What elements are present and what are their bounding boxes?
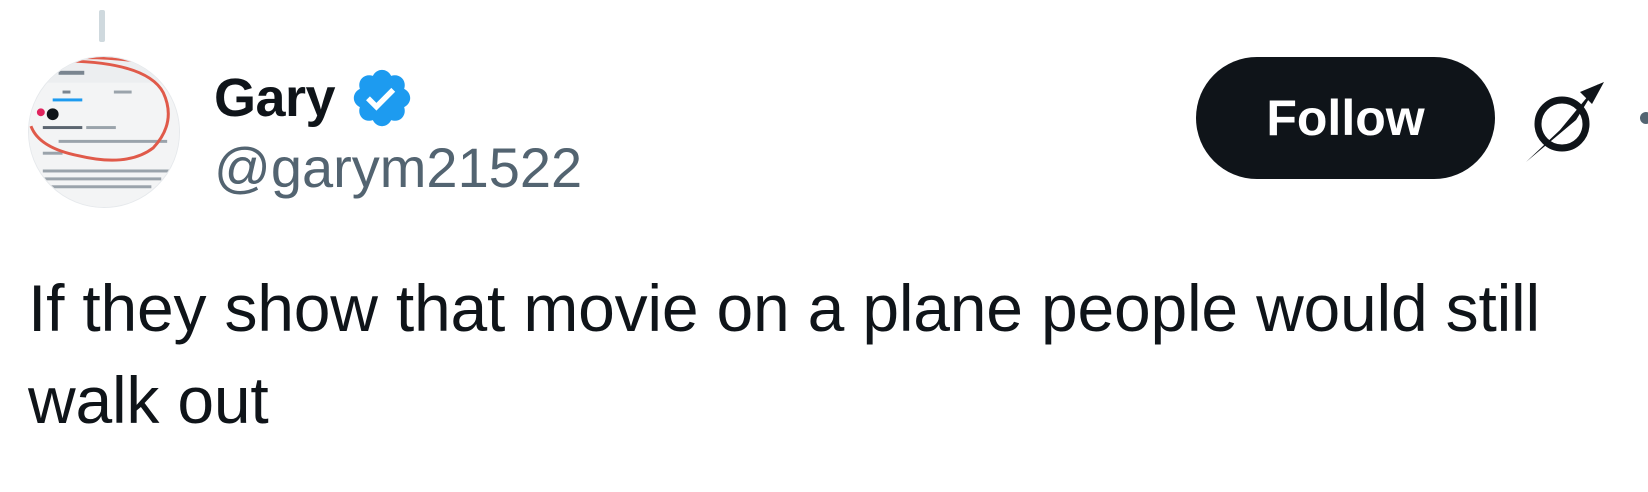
grok-icon[interactable] (1520, 78, 1608, 166)
tweet-text: If they show that movie on a plane peopl… (28, 271, 1540, 437)
author-handle[interactable]: @garym21522 (214, 140, 582, 196)
verified-badge-icon[interactable] (349, 65, 415, 131)
avatar[interactable] (28, 56, 180, 208)
avatar-image (29, 57, 179, 207)
thread-connector-line (99, 10, 105, 42)
follow-button[interactable]: Follow (1196, 57, 1495, 179)
display-name[interactable]: Gary (214, 71, 336, 125)
more-icon[interactable] (1640, 110, 1648, 126)
author-name-row: Gary (214, 62, 415, 134)
